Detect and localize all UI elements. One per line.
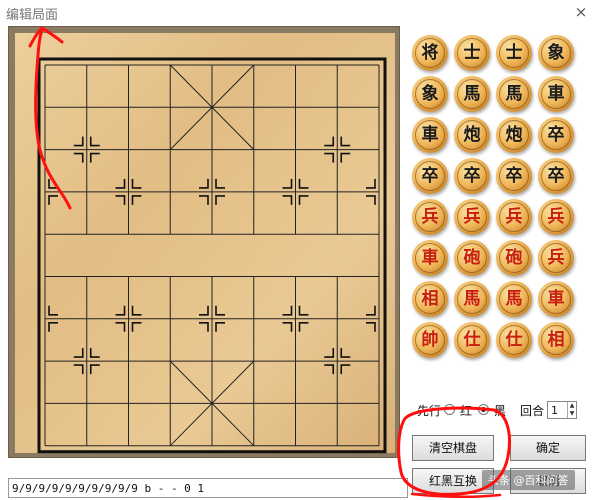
piece-label: 車 [547, 84, 565, 104]
palette-piece-black[interactable]: 馬 [454, 76, 490, 112]
palette-piece-red[interactable]: 兵 [454, 199, 490, 235]
palette-piece-black[interactable]: 象 [538, 35, 574, 71]
palette-piece-black[interactable]: 士 [454, 35, 490, 71]
palette-piece-black[interactable]: 卒 [454, 158, 490, 194]
palette-piece-red[interactable]: 帥 [412, 322, 448, 358]
palette-piece-red[interactable]: 馬 [454, 281, 490, 317]
clear-board-button[interactable]: 清空棋盘 [412, 435, 494, 461]
piece-label: 馬 [505, 84, 523, 104]
piece-label: 帥 [421, 330, 439, 350]
fen-input[interactable]: 9/9/9/9/9/9/9/9/9/9 b - - 0 1 [8, 478, 408, 498]
piece-palette: 将士士象象馬馬車車炮炮卒卒卒卒卒兵兵兵兵車砲砲兵相馬馬車帥仕仕相 [412, 35, 592, 380]
palette-piece-red[interactable]: 兵 [538, 240, 574, 276]
palette-piece-red[interactable]: 馬 [496, 281, 532, 317]
piece-label: 象 [547, 43, 565, 63]
palette-piece-black[interactable]: 卒 [538, 158, 574, 194]
piece-label: 炮 [505, 125, 523, 145]
piece-label: 士 [505, 43, 523, 63]
piece-label: 兵 [547, 248, 565, 268]
palette-piece-black[interactable]: 炮 [454, 117, 490, 153]
palette-piece-red[interactable]: 車 [412, 240, 448, 276]
palette-piece-red[interactable]: 仕 [496, 322, 532, 358]
piece-label: 卒 [547, 125, 565, 145]
piece-label: 卒 [547, 166, 565, 186]
radio-black[interactable] [478, 404, 489, 415]
piece-label: 象 [421, 84, 439, 104]
palette-piece-red[interactable]: 砲 [496, 240, 532, 276]
confirm-button[interactable]: 确定 [510, 435, 586, 461]
watermark: 头条 @百科问答 [482, 470, 575, 490]
palette-piece-red[interactable]: 車 [538, 281, 574, 317]
palette-piece-black[interactable]: 卒 [496, 158, 532, 194]
spin-down-icon[interactable]: ▼ [567, 410, 576, 418]
radio-red-label: 红 [460, 404, 473, 418]
round-stepper[interactable]: 1 ▲ ▼ [547, 401, 577, 419]
chess-board[interactable] [8, 26, 400, 458]
piece-label: 相 [421, 289, 439, 309]
round-value[interactable]: 1 [551, 404, 558, 417]
palette-piece-black[interactable]: 将 [412, 35, 448, 71]
round-label: 回合 [520, 404, 545, 418]
piece-label: 卒 [505, 166, 523, 186]
first-move-label: 先行 [417, 404, 442, 418]
fen-value[interactable]: 9/9/9/9/9/9/9/9/9/9 b - - 0 1 [12, 482, 204, 495]
piece-label: 兵 [421, 207, 439, 227]
piece-label: 車 [421, 248, 439, 268]
board-surface [15, 33, 395, 453]
palette-piece-black[interactable]: 卒 [412, 158, 448, 194]
palette-piece-red[interactable]: 仕 [454, 322, 490, 358]
piece-label: 兵 [547, 207, 565, 227]
close-button[interactable]: × [570, 2, 592, 22]
piece-label: 炮 [463, 125, 481, 145]
palette-piece-black[interactable]: 卒 [538, 117, 574, 153]
title-bar: 编辑局面 × [0, 0, 602, 26]
piece-label: 車 [547, 289, 565, 309]
piece-label: 砲 [505, 248, 523, 268]
board-grid [15, 33, 395, 454]
piece-label: 相 [547, 330, 565, 350]
piece-label: 兵 [505, 207, 523, 227]
piece-label: 兵 [463, 207, 481, 227]
piece-label: 将 [421, 43, 439, 63]
spin-up-icon[interactable]: ▲ [567, 402, 576, 410]
piece-label: 砲 [463, 248, 481, 268]
annotation-underline [410, 492, 502, 499]
piece-label: 車 [421, 125, 439, 145]
palette-piece-black[interactable]: 馬 [496, 76, 532, 112]
palette-piece-red[interactable]: 相 [538, 322, 574, 358]
piece-label: 馬 [463, 289, 481, 309]
palette-piece-red[interactable]: 相 [412, 281, 448, 317]
piece-label: 卒 [463, 166, 481, 186]
piece-label: 卒 [421, 166, 439, 186]
palette-piece-black[interactable]: 象 [412, 76, 448, 112]
radio-black-label: 黑 [494, 404, 507, 418]
piece-label: 仕 [463, 330, 481, 350]
palette-piece-red[interactable]: 砲 [454, 240, 490, 276]
palette-piece-black[interactable]: 車 [412, 117, 448, 153]
palette-piece-black[interactable]: 車 [538, 76, 574, 112]
piece-label: 仕 [505, 330, 523, 350]
piece-label: 馬 [463, 84, 481, 104]
palette-piece-black[interactable]: 士 [496, 35, 532, 71]
window-title: 编辑局面 [6, 8, 59, 23]
palette-piece-black[interactable]: 炮 [496, 117, 532, 153]
piece-label: 士 [463, 43, 481, 63]
piece-label: 馬 [505, 289, 523, 309]
palette-piece-red[interactable]: 兵 [496, 199, 532, 235]
palette-piece-red[interactable]: 兵 [538, 199, 574, 235]
palette-piece-red[interactable]: 兵 [412, 199, 448, 235]
radio-red[interactable] [444, 404, 455, 415]
